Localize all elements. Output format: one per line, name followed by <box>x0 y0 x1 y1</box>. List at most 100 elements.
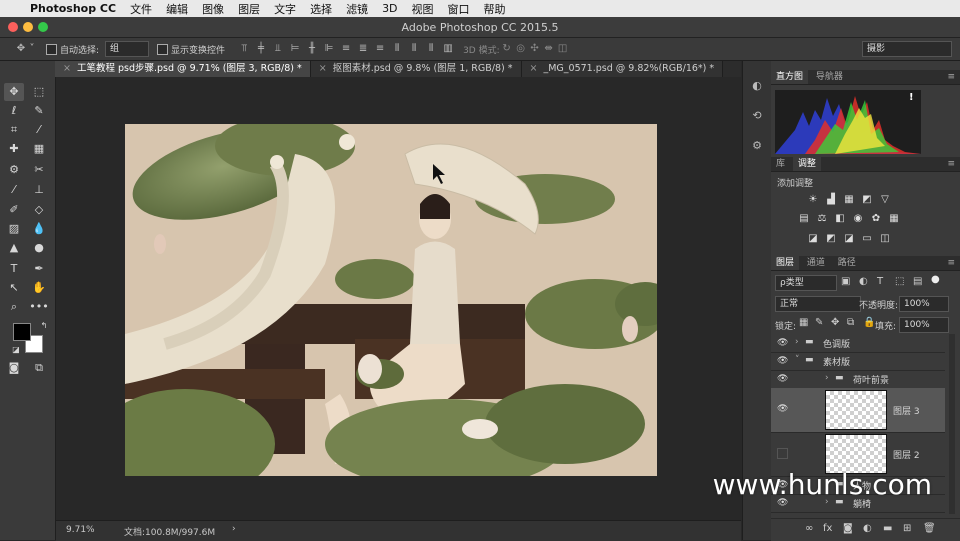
visibility-eye-icon[interactable]: 👁 <box>777 338 788 348</box>
lock-position-icon[interactable]: ✥ <box>831 317 839 328</box>
align-right-icon[interactable]: ⊫ <box>322 42 336 56</box>
brightness-icon[interactable]: ☀ <box>807 194 819 206</box>
distribute-vcenter-icon[interactable]: ≣ <box>356 42 370 56</box>
invert-icon[interactable]: ◪ <box>807 233 819 245</box>
move-tool-icon[interactable]: ✥ <box>4 83 24 101</box>
layer-name[interactable]: 素材版 <box>823 355 850 368</box>
close-tab-icon[interactable]: × <box>530 63 538 74</box>
app-menu[interactable]: Photoshop CC <box>30 2 116 15</box>
3d-scale-icon[interactable]: ◫ <box>556 42 570 56</box>
properties-panel-icon[interactable]: ⚙ <box>748 137 766 155</box>
content-aware-tool-icon[interactable]: ⚙ <box>4 161 24 179</box>
distribute-bottom-icon[interactable]: ≡ <box>373 42 387 56</box>
tab-libraries[interactable]: 库 <box>771 157 790 171</box>
type-tool-icon[interactable]: T <box>4 260 24 278</box>
spot-heal-tool-icon[interactable]: ✚ <box>4 140 24 158</box>
dodge-tool-icon[interactable]: ● <box>29 239 49 257</box>
black-white-icon[interactable]: ◧ <box>834 213 846 225</box>
link-layers-icon[interactable]: ∞ <box>805 523 813 534</box>
quick-mask-icon[interactable]: ◙ <box>4 359 24 377</box>
align-top-icon[interactable]: ⫪ <box>237 42 251 56</box>
zoom-tool-icon[interactable]: ⌕ <box>4 298 24 316</box>
distribute-top-icon[interactable]: ≡ <box>339 42 353 56</box>
layer-row[interactable]: 👁 ˅ ▬ 素材版 <box>771 352 945 371</box>
eyedropper-tool-icon[interactable]: ⁄ <box>29 121 49 139</box>
new-layer-icon[interactable]: ⊞ <box>903 523 911 534</box>
blur-tool-icon[interactable]: 💧 <box>29 220 49 238</box>
3d-roll-icon[interactable]: ◎ <box>514 42 528 56</box>
align-vcenter-icon[interactable]: ╪ <box>254 42 268 56</box>
tab-layers[interactable]: 图层 <box>771 256 800 270</box>
document-canvas[interactable] <box>125 124 657 476</box>
red-eye-tool-icon[interactable]: ✂ <box>29 161 49 179</box>
visibility-eye-icon[interactable]: 👁 <box>777 356 788 366</box>
screen-mode-icon[interactable]: ⧉ <box>29 359 49 377</box>
layer-row[interactable]: 👁 › ▬ 荷叶前景 <box>771 370 945 389</box>
new-group-icon[interactable]: ▬ <box>883 523 892 534</box>
distribute-right-icon[interactable]: ⦀ <box>424 42 438 56</box>
filter-pixel-icon[interactable]: ▣ <box>841 276 850 287</box>
collapse-arrow-icon[interactable]: ˅ <box>795 355 800 365</box>
layers-scrollbar[interactable] <box>949 334 955 514</box>
crop-tool-icon[interactable]: ⌗ <box>4 121 24 139</box>
filter-shape-icon[interactable]: ⬚ <box>895 276 904 287</box>
more-tools-icon[interactable]: ••• <box>29 298 49 316</box>
exposure-icon[interactable]: ◩ <box>861 194 873 206</box>
menu-select[interactable]: 选择 <box>310 1 332 17</box>
hue-saturation-icon[interactable]: ▤ <box>798 213 810 225</box>
delete-layer-icon[interactable]: 🗑 <box>923 523 936 534</box>
default-colors-icon[interactable]: ◪ <box>6 341 26 359</box>
filter-smart-icon[interactable]: ▤ <box>913 276 922 287</box>
lock-artboard-icon[interactable]: ⧉ <box>847 317 854 328</box>
gradient-map-icon[interactable]: ▭ <box>861 233 873 245</box>
distribute-hcenter-icon[interactable]: ⦀ <box>407 42 421 56</box>
lock-pixels-icon[interactable]: ✎ <box>815 317 823 328</box>
lock-all-icon[interactable]: 🔒 <box>863 317 875 328</box>
fill-input[interactable]: 100% <box>899 317 949 333</box>
move-tool-preset-icon[interactable]: ✥ <box>14 42 28 56</box>
menu-file[interactable]: 文件 <box>130 1 152 17</box>
history-panel-icon[interactable]: ⟲ <box>748 107 766 125</box>
expand-arrow-icon[interactable]: › <box>795 337 799 347</box>
menu-layer[interactable]: 图层 <box>238 1 260 17</box>
blend-mode-dropdown[interactable]: 正常 <box>775 296 861 312</box>
tab-histogram[interactable]: 直方图 <box>771 70 809 84</box>
auto-align-icon[interactable]: ▥ <box>441 42 455 56</box>
threshold-icon[interactable]: ◪ <box>843 233 855 245</box>
layer-name[interactable]: 荷叶前景 <box>853 373 889 386</box>
hand-tool-icon[interactable]: ✋ <box>29 279 49 297</box>
swap-colors-icon[interactable]: ↰ <box>34 317 54 335</box>
pen-tool-icon[interactable]: ✒ <box>29 260 49 278</box>
patch-tool-icon[interactable]: ▦ <box>29 140 49 158</box>
channel-mixer-icon[interactable]: ✿ <box>870 213 882 225</box>
filter-adjust-icon[interactable]: ◐ <box>859 276 868 287</box>
marquee-tool-icon[interactable]: ⬚ <box>29 83 49 101</box>
align-left-icon[interactable]: ⊨ <box>288 42 302 56</box>
status-menu-arrow[interactable]: › <box>232 524 236 534</box>
menu-3d[interactable]: 3D <box>382 2 397 15</box>
chevron-down-icon[interactable]: ˅ <box>28 42 36 56</box>
tab-document-2[interactable]: × 抠图素材.psd @ 9.8% (图层 1, RGB/8) * <box>310 61 522 77</box>
layer-row-selected[interactable]: 👁 图层 3 <box>771 388 945 433</box>
menu-help[interactable]: 帮助 <box>484 1 506 17</box>
layer-filter-dropdown[interactable]: ρ类型 <box>775 275 837 291</box>
history-brush-tool-icon[interactable]: ✐ <box>4 201 24 219</box>
filter-type-icon[interactable]: T <box>877 276 883 287</box>
tab-channels[interactable]: 通道 <box>802 256 830 270</box>
curves-icon[interactable]: ▦ <box>843 194 855 206</box>
layer-row[interactable]: 👁 › ▬ 色调版 <box>771 334 945 353</box>
panel-menu-icon[interactable]: ≡ <box>947 256 955 270</box>
menu-image[interactable]: 图像 <box>202 1 224 17</box>
opacity-input[interactable]: 100% <box>899 296 949 312</box>
3d-slide-icon[interactable]: ⇼ <box>542 42 556 56</box>
warning-icon[interactable]: ! <box>909 92 914 103</box>
align-bottom-icon[interactable]: ⫫ <box>271 42 285 56</box>
sharpen-tool-icon[interactable]: ▲ <box>4 239 24 257</box>
panel-menu-icon[interactable]: ≡ <box>947 157 955 171</box>
align-hcenter-icon[interactable]: ╫ <box>305 42 319 56</box>
quick-select-tool-icon[interactable]: ✎ <box>29 102 49 120</box>
visibility-eye-icon[interactable]: 👁 <box>777 404 788 414</box>
layer-name[interactable]: 色调版 <box>823 337 850 350</box>
fx-icon[interactable]: fx <box>823 523 832 534</box>
selective-color-icon[interactable]: ◫ <box>879 233 891 245</box>
